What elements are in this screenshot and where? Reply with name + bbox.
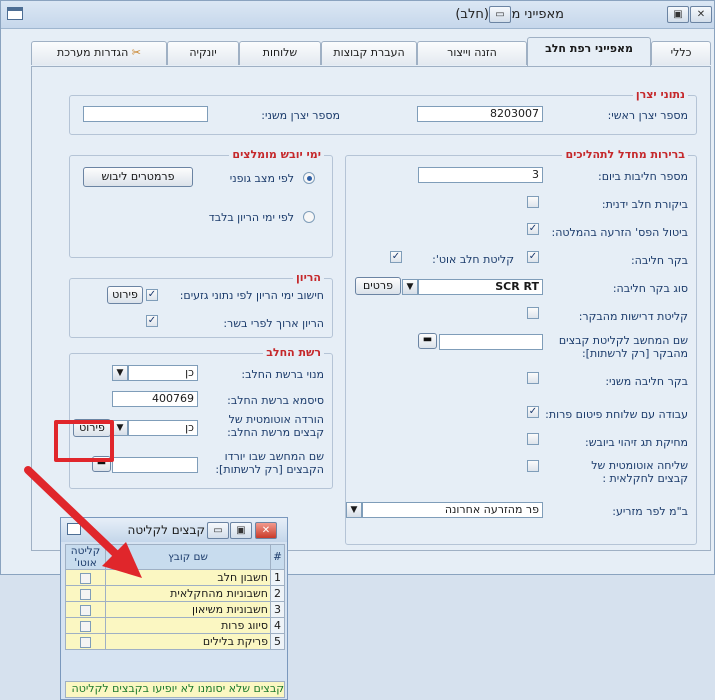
arrow-icon bbox=[24, 466, 142, 578]
